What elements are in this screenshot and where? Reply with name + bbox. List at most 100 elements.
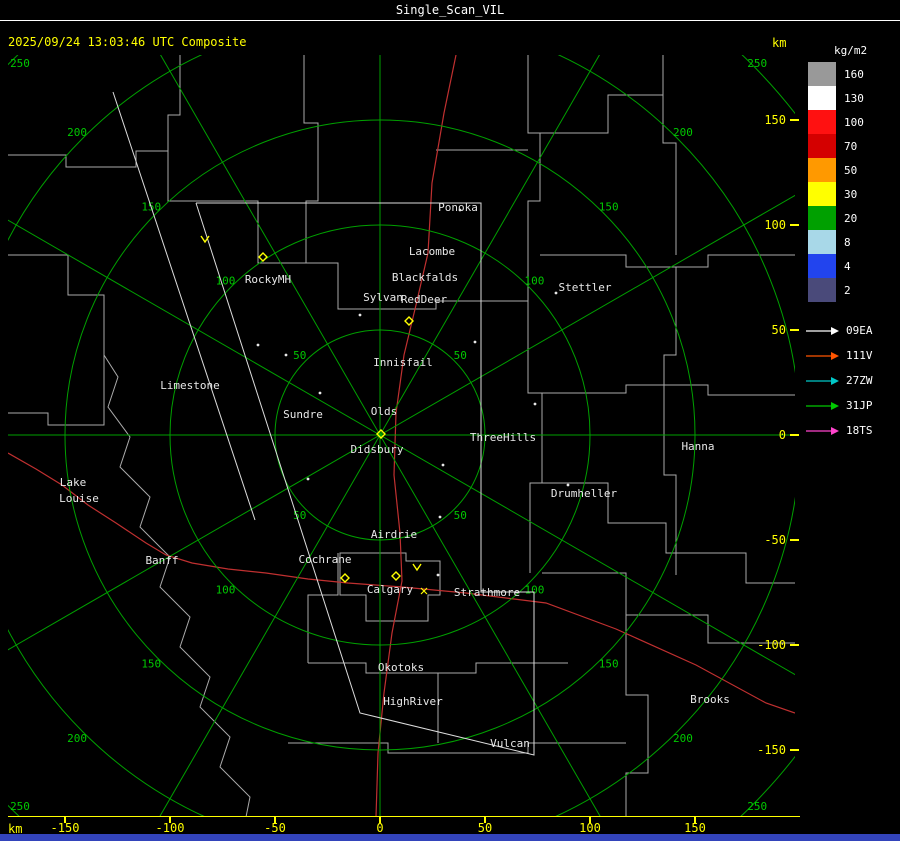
y-tick-mark [790,749,799,751]
window-title: Single_Scan_VIL [395,3,505,17]
city-label: Airdrie [371,528,417,541]
colorbar-swatch [808,206,836,230]
colorbar-unit-label: kg/m2 [834,44,868,57]
range-label: 200 [67,126,87,139]
colorbar-swatch [808,254,836,278]
colorbar-value: 8 [844,235,851,249]
x-tick-label: 150 [684,821,706,835]
city-label: Vulcan [490,737,530,750]
range-label: 200 [673,126,693,139]
county-boundary [527,55,541,301]
x-tick-label: -100 [155,821,185,835]
town-dot [306,477,310,481]
radar-app-window: Single_Scan_VIL 2025/09/24 13:03:46 UTC … [0,0,900,841]
city-label: Limestone [160,379,220,392]
site-id-label: 31JP [846,399,873,412]
colorbar-entry: 100 [808,110,898,134]
scan-timestamp: 2025/09/24 13:03:46 UTC Composite [8,35,247,49]
colorbar-entry: 130 [808,86,898,110]
city-label: Ponoka [438,201,478,214]
town-dot [318,391,322,395]
colorbar-swatch [808,110,836,134]
site-legend-row: 09EA [806,318,898,343]
colorbar-entry: 160 [808,62,898,86]
range-label: 200 [673,732,693,745]
colorbar-entry: 30 [808,182,898,206]
town-dot [533,402,537,406]
colorbar-entry: 2 [808,278,898,302]
radar-map: 50 100 150 200 250 50 100 150 200 250 50 100 150 200 2… [8,55,795,817]
town-dot [566,483,570,487]
county-boundary [288,742,626,754]
y-axis-unit-label: km [772,36,787,50]
colorbar: 160 130 100 70 50 30 20 8 4 2 [808,62,898,302]
colorbar-entry: 4 [808,254,898,278]
city-label: Blackfalds [392,271,458,284]
county-boundary [540,94,663,134]
radar-site-arrow-icon [412,563,422,572]
colorbar-swatch [808,158,836,182]
y-tick-mark [790,539,799,541]
range-label: 100 [216,275,236,288]
range-label: 250 [10,800,30,813]
county-boundary [540,254,795,268]
city-label: Hanna [681,440,714,453]
colorbar-value: 20 [844,211,858,225]
county-boundary [8,355,105,426]
y-tick-label: 100 [764,218,786,232]
city-label: HighRiver [383,695,443,708]
city-label: Strathmore [454,586,520,599]
town-dot [256,343,260,347]
y-tick-mark [790,644,799,646]
town-dot [284,353,288,357]
x-axis-line [8,816,800,817]
radar-display[interactable]: 50 100 150 200 250 50 100 150 200 250 50 100 150 200 2… [8,55,795,817]
range-label: 250 [747,57,767,70]
y-tick-mark [790,329,799,331]
site-id-label: 18TS [846,424,873,437]
site-legend-row: 111V [806,343,898,368]
town-dot [358,313,362,317]
colorbar-swatch [808,86,836,110]
city-label: RockyMH [245,273,291,286]
colorbar-swatch [808,278,836,302]
colorbar-value: 4 [844,259,851,273]
city-label: Sylvan [363,291,403,304]
y-tick-mark [790,434,799,436]
colorbar-swatch [808,134,836,158]
colorbar-swatch [808,62,836,86]
x-tick-label: -50 [264,821,286,835]
colorbar-value: 70 [844,139,858,153]
site-id-label: 09EA [846,324,873,337]
city-label: Banff [145,554,178,567]
county-boundary [8,55,181,168]
x-tick-label: 50 [477,821,493,835]
city-label: Lake [60,476,87,489]
city-label: Calgary [367,583,414,596]
site-arrow-icon [806,401,839,410]
site-arrow-icon [806,426,839,435]
range-label: 200 [67,732,87,745]
city-label: Okotoks [378,661,424,674]
city-label: Drumheller [551,487,618,500]
range-label: 250 [10,57,30,70]
range-label: 100 [216,583,236,596]
site-arrow-icon [806,351,839,360]
x-tick-label: 0 [376,821,384,835]
town-dot [438,515,442,519]
county-boundary [8,254,105,355]
range-label: 150 [141,658,161,671]
y-tick-label: 0 [778,428,786,442]
colorbar-value: 100 [844,115,864,129]
city-label: Stettler [559,281,612,294]
town-dot [441,463,445,467]
window-titlebar: Single_Scan_VIL [0,0,900,21]
range-label: 50 [454,509,467,522]
city-label: Sundre [283,408,323,421]
site-id-label: 111V [846,349,873,362]
city-label: Cochrane [299,553,352,566]
y-tick-label: -150 [757,743,786,757]
site-legend-row: 31JP [806,393,898,418]
y-tick-label: -100 [757,638,786,652]
city-label: RedDeer [401,293,448,306]
